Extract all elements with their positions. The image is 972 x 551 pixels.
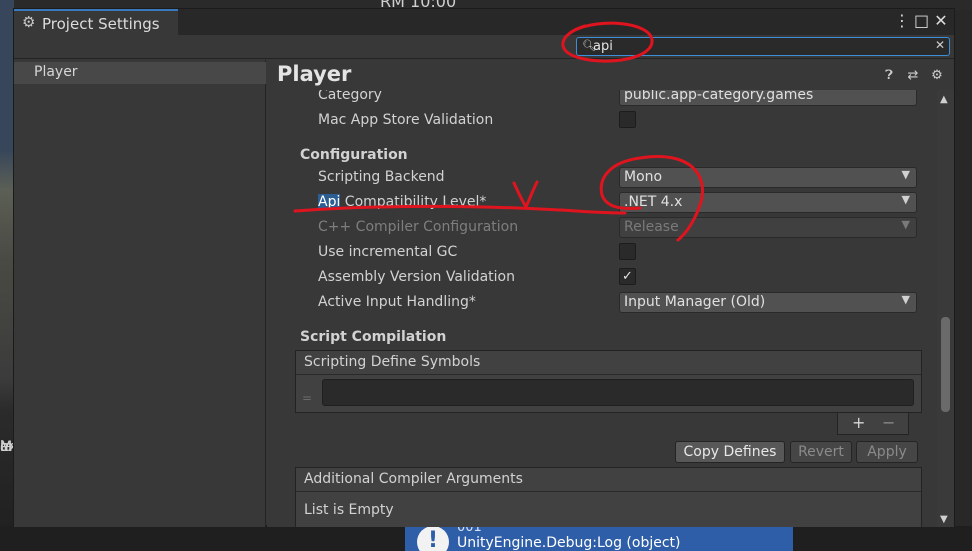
api-compat-dropdown[interactable]: .NET 4.x ▼ <box>619 192 917 213</box>
mac-validation-checkbox[interactable] <box>619 111 636 128</box>
input-handling-row: Active Input Handling* Input Manager (Ol… <box>267 291 937 315</box>
page-title: Player <box>277 62 352 86</box>
clear-search-icon[interactable]: ✕ <box>935 38 945 52</box>
chevron-down-icon: ▼ <box>901 293 910 306</box>
input-handling-value: Input Manager (Old) <box>624 294 766 310</box>
assembly-validation-label: Assembly Version Validation <box>318 269 515 285</box>
search-box[interactable]: 🔍︎ ✕ <box>576 37 950 56</box>
scripting-backend-dropdown[interactable]: Mono ▼ <box>619 167 917 188</box>
window-tabbar: ⚙ Project Settings ⋮ □ ✕ <box>14 9 954 35</box>
revert-button[interactable]: Revert <box>790 441 852 463</box>
cpp-compiler-label: C++ Compiler Configuration <box>318 219 519 235</box>
empty-list-text: List is Empty <box>304 502 394 518</box>
help-icon[interactable]: ❓︎ <box>882 68 896 83</box>
console-log-message: UnityEngine.Debug:Log (object) <box>457 535 681 551</box>
background-scene-view <box>0 0 14 551</box>
chevron-down-icon: ▼ <box>901 168 910 181</box>
tab-project-settings[interactable]: ⚙ Project Settings <box>14 9 178 35</box>
scroll-down-icon[interactable]: ▼ <box>940 514 948 525</box>
project-settings-window: ⚙ Project Settings ⋮ □ ✕ 🔍︎ ✕ Player Pla… <box>13 8 955 527</box>
category-field[interactable]: public.app-category.games <box>619 90 917 106</box>
cpp-compiler-row: C++ Compiler Configuration Release ▼ <box>267 216 937 240</box>
input-handling-dropdown[interactable]: Input Manager (Old) ▼ <box>619 292 917 313</box>
category-value: public.app-category.games <box>624 90 814 103</box>
category-label: Category <box>318 90 382 103</box>
scripting-backend-row: Scripting Backend Mono ▼ <box>267 166 937 190</box>
api-compat-value: .NET 4.x <box>624 194 683 210</box>
gear-icon: ⚙ <box>22 13 36 31</box>
input-handling-label: Active Input Handling* <box>318 294 476 310</box>
incremental-gc-row: Use incremental GC <box>267 241 937 265</box>
console-log-entry[interactable]: ! 001 UnityEngine.Debug:Log (object) <box>405 520 793 551</box>
maximize-icon[interactable]: □ <box>914 11 929 30</box>
tab-title: Project Settings <box>42 15 160 33</box>
search-input[interactable] <box>593 38 923 55</box>
assembly-validation-row: Assembly Version Validation ✓ <box>267 266 937 290</box>
incremental-gc-label: Use incremental GC <box>318 244 458 260</box>
incremental-gc-checkbox[interactable] <box>619 243 636 260</box>
assembly-validation-checkbox[interactable]: ✓ <box>619 268 636 285</box>
kebab-menu-icon[interactable]: ⋮ <box>894 11 910 30</box>
api-compat-row: Api Compatibility Level* .NET 4.x ▼ <box>267 191 937 215</box>
close-icon[interactable]: ✕ <box>934 11 948 30</box>
settings-gear-icon[interactable]: ⚙ <box>930 68 944 83</box>
sidebar-item-player[interactable]: Player <box>14 62 266 84</box>
scrollbar-thumb[interactable] <box>941 317 950 412</box>
search-row: 🔍︎ ✕ <box>14 35 954 59</box>
define-symbols-panel: Scripting Define Symbols = <box>295 350 922 413</box>
settings-sidebar: Player <box>14 60 266 527</box>
mac-validation-label: Mac App Store Validation <box>318 112 494 128</box>
mac-validation-row: Mac App Store Validation <box>267 109 937 133</box>
configuration-header: Configuration <box>300 147 408 163</box>
define-symbols-field[interactable] <box>322 379 914 406</box>
info-icon: ! <box>417 526 449 551</box>
cpp-compiler-value: Release <box>624 219 679 235</box>
presets-icon[interactable]: ⇄ <box>906 68 920 83</box>
category-row: Category public.app-category.games <box>267 90 937 108</box>
copy-defines-button[interactable]: Copy Defines <box>675 441 785 463</box>
scripting-backend-label: Scripting Backend <box>318 169 445 185</box>
vertical-scrollbar[interactable]: ▲ ▼ <box>937 90 954 527</box>
scroll-up-icon[interactable]: ▲ <box>940 94 948 105</box>
scripting-backend-value: Mono <box>624 169 663 185</box>
remove-symbol-button[interactable]: − <box>882 413 895 432</box>
api-compat-label: Api Compatibility Level* <box>318 194 486 210</box>
search-highlight: Api <box>318 194 341 210</box>
drag-handle-icon[interactable]: = <box>302 391 312 405</box>
compiler-args-panel: Additional Compiler Arguments List is Em… <box>295 467 922 527</box>
header-icons: ❓︎ ⇄ ⚙ <box>882 68 944 83</box>
compiler-args-title: Additional Compiler Arguments <box>304 471 523 487</box>
script-compilation-header: Script Compilation <box>300 329 447 345</box>
settings-main: Player ❓︎ ⇄ ⚙ Category public.app-catego… <box>267 60 954 527</box>
api-compat-label-rest: Compatibility Level* <box>340 194 487 210</box>
sidebar-item-label: Player <box>34 64 78 80</box>
define-symbols-footer: + − <box>837 413 909 435</box>
define-symbols-title: Scripting Define Symbols <box>304 354 481 370</box>
add-symbol-button[interactable]: + <box>852 413 865 432</box>
chevron-down-icon: ▼ <box>901 218 910 231</box>
chevron-down-icon: ▼ <box>901 193 910 206</box>
apply-button[interactable]: Apply <box>856 441 918 463</box>
compiler-args-header: Additional Compiler Arguments <box>296 468 921 492</box>
settings-content: Category public.app-category.games Mac A… <box>267 90 937 527</box>
cpp-compiler-dropdown: Release ▼ <box>619 217 917 238</box>
window-controls: ⋮ □ ✕ <box>894 11 948 30</box>
define-symbols-header: Scripting Define Symbols <box>296 351 921 375</box>
